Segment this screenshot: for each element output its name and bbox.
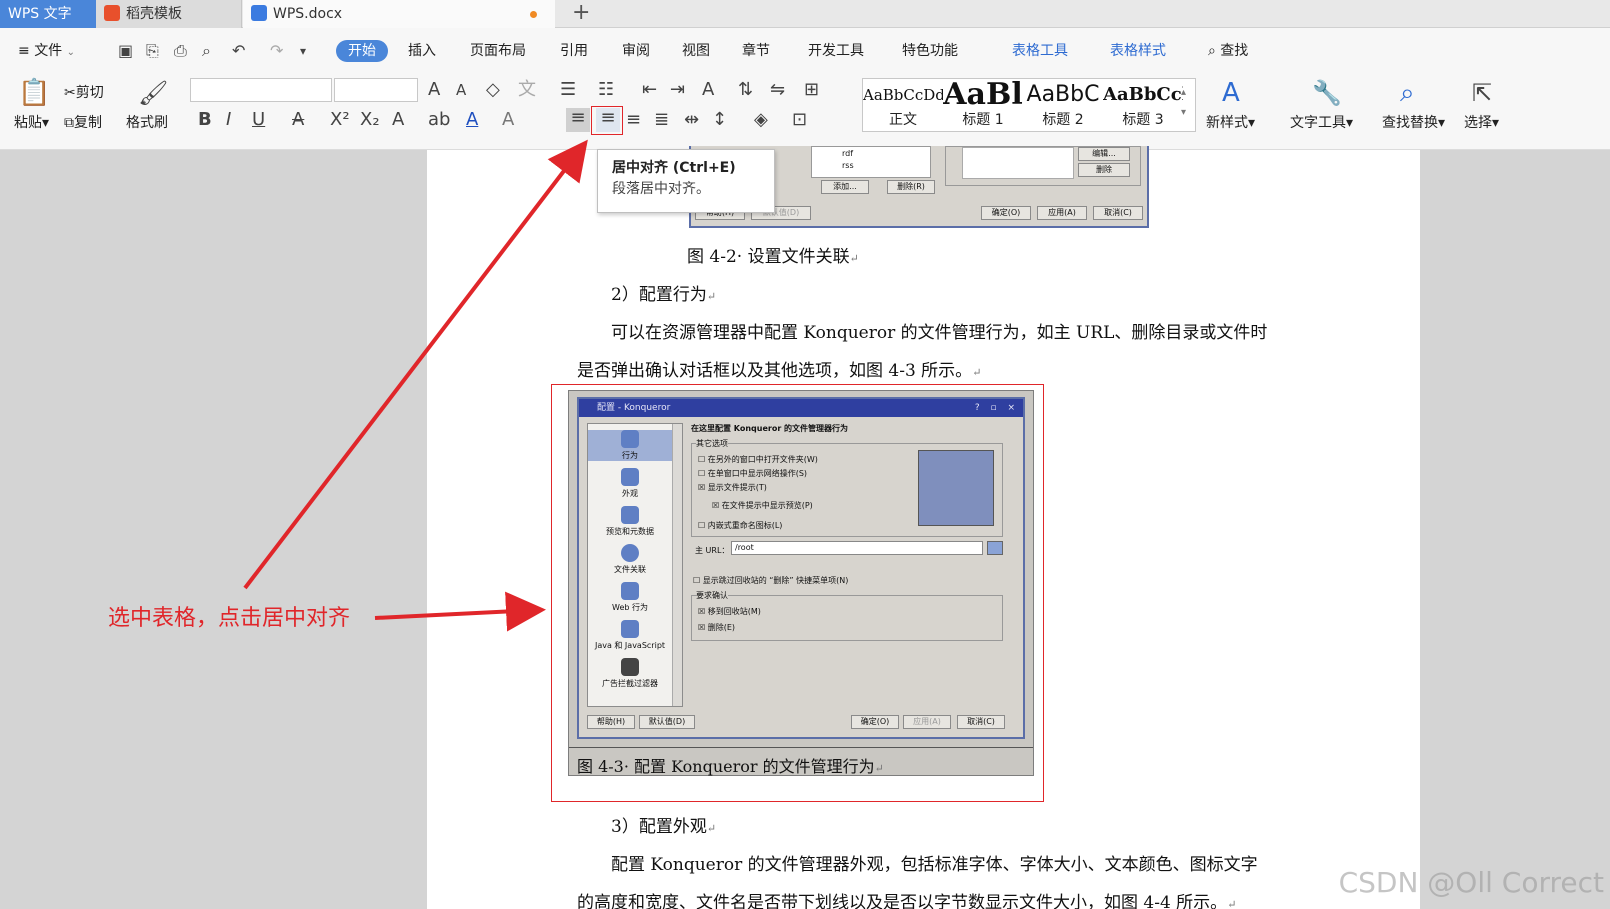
tooltip-description: 段落居中对齐。 [612, 181, 710, 197]
annotation-text: 选中表格，点击居中对齐 [108, 606, 351, 631]
arrow-to-table [374, 591, 546, 632]
arrow-to-align-button [243, 139, 588, 590]
annotation-arrows [243, 139, 588, 632]
watermark: CSDN @Oll Correct [1338, 866, 1604, 899]
align-center-tooltip: 居中对齐 (Ctrl+E) 段落居中对齐。 [597, 149, 775, 213]
tooltip-title: 居中对齐 (Ctrl+E) [612, 160, 736, 176]
wps-window: WPS 文字 稻壳模板 WPS.docx + ≡ 文件 ⌄ ▣ ⎘ ⎙ ⌕ ↶ … [0, 0, 1610, 909]
